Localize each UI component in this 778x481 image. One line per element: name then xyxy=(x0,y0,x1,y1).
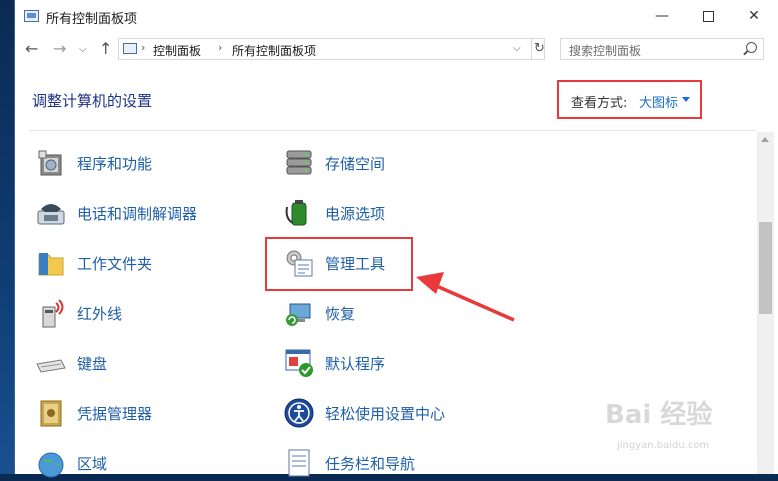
storage-icon xyxy=(286,150,312,175)
watermark-url: jingyan.baidu.com xyxy=(617,440,710,451)
item-label: 键盘 xyxy=(77,355,108,373)
item-label: 恢复 xyxy=(325,305,356,323)
maximize-button[interactable] xyxy=(685,0,731,32)
recovery-icon xyxy=(286,303,311,326)
control-panel-icon xyxy=(24,10,39,22)
window-title: 所有控制面板项 xyxy=(46,12,138,27)
breadcrumb-separator-icon[interactable]: › xyxy=(141,41,145,54)
item-label: 电源选项 xyxy=(325,205,386,223)
view-by-label: 查看方式: xyxy=(571,96,628,111)
address-dropdown-chevron-icon[interactable]: ⌵ xyxy=(513,43,521,54)
annotation-arrow-icon xyxy=(416,272,515,322)
scrollbar-thumb[interactable] xyxy=(759,222,772,314)
search-icon[interactable] xyxy=(746,42,757,53)
header-divider xyxy=(29,130,757,131)
item-label: 工作文件夹 xyxy=(77,255,153,273)
refresh-icon[interactable]: ↻ xyxy=(531,39,547,59)
item-label: 默认程序 xyxy=(325,355,386,373)
item-label: 区域 xyxy=(77,455,108,473)
default-programs-icon xyxy=(285,349,313,377)
item-label: 凭据管理器 xyxy=(77,405,153,423)
view-by-annotation-box: 查看方式: 大图标 xyxy=(557,80,702,119)
forward-arrow-icon[interactable]: → xyxy=(53,39,66,58)
item-label: 电话和调制解调器 xyxy=(77,205,198,223)
minimize-button[interactable]: — xyxy=(639,0,685,32)
baidu-watermark: Bai 经验 jingyan.baidu.com xyxy=(595,388,755,464)
search-placeholder: 搜索控制面板 xyxy=(569,44,642,58)
item-label: 任务栏和导航 xyxy=(325,455,416,473)
credential-icon xyxy=(40,400,62,427)
region-icon xyxy=(38,452,64,478)
search-input[interactable]: 搜索控制面板 xyxy=(560,38,764,60)
close-button[interactable]: ✕ xyxy=(731,0,777,32)
item-label: 红外线 xyxy=(77,305,123,323)
infrared-icon xyxy=(42,299,64,328)
back-arrow-icon[interactable]: ← xyxy=(25,39,38,58)
view-by-dropdown[interactable]: 大图标 xyxy=(639,92,678,111)
item-label: 轻松使用设置中心 xyxy=(325,405,446,423)
recent-locations-chevron-icon[interactable]: ⌵ xyxy=(79,44,87,55)
work-folders-icon xyxy=(38,253,64,276)
item-label: 程序和功能 xyxy=(77,155,153,173)
breadcrumb-control-panel[interactable]: 控制面板 xyxy=(153,42,201,59)
watermark-text: Bai 经验 xyxy=(605,400,713,430)
item-label: 存储空间 xyxy=(325,155,386,173)
programs-icon xyxy=(38,150,62,176)
address-bar[interactable]: › 控制面板 › 所有控制面板项 ⌵ ↻ xyxy=(118,38,545,60)
keyboard-icon xyxy=(36,359,66,373)
breadcrumb-all-items[interactable]: 所有控制面板项 xyxy=(232,42,316,59)
navigation-bar: ← → ⌵ ↑ › 控制面板 › 所有控制面板项 ⌵ ↻ 搜索控制面板 xyxy=(15,35,778,65)
title-bar: 所有控制面板项 — ✕ xyxy=(15,0,778,32)
up-arrow-icon[interactable]: ↑ xyxy=(99,39,112,58)
dropdown-arrow-icon[interactable] xyxy=(682,97,690,102)
page-title: 调整计算机的设置 xyxy=(32,92,153,110)
ease-of-access-icon xyxy=(284,398,314,428)
control-panel-window: 所有控制面板项 — ✕ ← → ⌵ ↑ › 控制面板 › 所有控制面板项 ⌵ ↻… xyxy=(14,0,778,478)
power-icon xyxy=(285,200,307,226)
phone-modem-icon xyxy=(37,204,65,225)
maximize-icon xyxy=(702,10,714,22)
breadcrumb-separator-icon[interactable]: › xyxy=(218,41,222,54)
scroll-up-arrow-icon[interactable] xyxy=(761,137,769,142)
taskbar-icon xyxy=(288,449,310,477)
address-control-panel-icon xyxy=(123,43,137,54)
admin-tools-annotation-box xyxy=(265,237,413,291)
